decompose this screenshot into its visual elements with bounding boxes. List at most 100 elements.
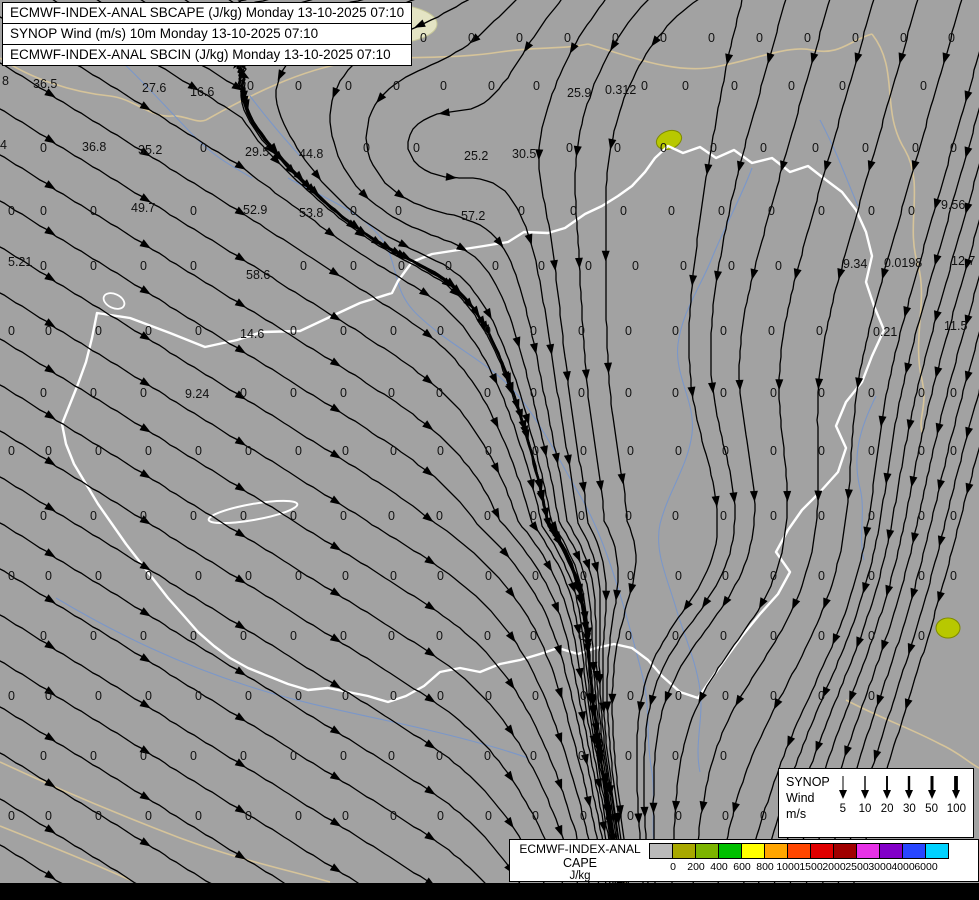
zero-value-label: 0 xyxy=(578,749,585,763)
zero-value-label: 0 xyxy=(625,324,632,338)
cape-value-label: 16.6 xyxy=(190,85,214,99)
zero-value-label: 0 xyxy=(668,204,675,218)
wind-legend-param: Wind xyxy=(786,790,830,806)
zero-value-label: 0 xyxy=(8,809,15,823)
wind-speed-label: 10 xyxy=(859,803,872,815)
zero-value-label: 0 xyxy=(532,569,539,583)
cape-value-label: 9.56 xyxy=(941,198,965,212)
cape-color-cell xyxy=(925,843,949,859)
zero-value-label: 0 xyxy=(484,509,491,523)
wind-legend-text: SYNOP Wind m/s xyxy=(779,769,834,837)
wind-speed-label: 5 xyxy=(840,803,846,815)
wind-arrow-icon xyxy=(925,774,939,800)
wind-speed-column: 10 xyxy=(858,774,872,837)
zero-value-label: 0 xyxy=(760,809,767,823)
zero-value-label: 0 xyxy=(625,629,632,643)
zero-value-label: 0 xyxy=(675,569,682,583)
zero-value-label: 0 xyxy=(40,204,47,218)
zero-value-label: 0 xyxy=(393,79,400,93)
zero-value-label: 0 xyxy=(90,509,97,523)
zero-value-label: 0 xyxy=(768,204,775,218)
zero-value-label: 0 xyxy=(340,324,347,338)
zero-value-label: 0 xyxy=(816,324,823,338)
cape-value-label: 0.21 xyxy=(873,325,897,339)
title-line-sbcape: ECMWF-INDEX-ANAL SBCAPE (J/kg) Monday 13… xyxy=(3,3,411,24)
zero-value-label: 0 xyxy=(8,689,15,703)
zero-value-label: 0 xyxy=(340,386,347,400)
zero-value-label: 0 xyxy=(437,569,444,583)
zero-value-label: 0 xyxy=(580,689,587,703)
zero-value-label: 0 xyxy=(530,509,537,523)
cape-value-label: 29.5 xyxy=(245,145,269,159)
zero-value-label: 0 xyxy=(722,689,729,703)
zero-value-label: 0 xyxy=(300,259,307,273)
wind-speed-label: 100 xyxy=(947,803,966,815)
zero-value-label: 0 xyxy=(195,809,202,823)
cape-color-cell xyxy=(741,843,765,859)
zero-value-label: 0 xyxy=(388,749,395,763)
zero-value-label: 0 xyxy=(240,386,247,400)
zero-value-label: 0 xyxy=(868,689,875,703)
zero-value-label: 0 xyxy=(340,629,347,643)
zero-value-label: 0 xyxy=(492,259,499,273)
zero-value-label: 0 xyxy=(340,509,347,523)
zero-value-label: 0 xyxy=(195,569,202,583)
zero-value-label: 0 xyxy=(484,749,491,763)
wind-speed-column: 30 xyxy=(902,774,916,837)
cape-color-cell xyxy=(787,843,811,859)
zero-value-label: 0 xyxy=(195,689,202,703)
zero-value-label: 0 xyxy=(145,444,152,458)
zero-value-label: 0 xyxy=(720,509,727,523)
zero-value-label: 0 xyxy=(918,629,925,643)
zero-value-label: 0 xyxy=(290,749,297,763)
cape-value-label: 36.5 xyxy=(33,77,57,91)
zero-value-label: 0 xyxy=(578,509,585,523)
cape-value-label: 57.2 xyxy=(461,209,485,223)
zero-value-label: 0 xyxy=(295,444,302,458)
map-canvas: 836.527.616.625.90.312436.835.229.544.82… xyxy=(0,0,979,900)
zero-value-label: 0 xyxy=(390,444,397,458)
cape-shade-patches xyxy=(333,4,960,638)
zero-value-label: 0 xyxy=(912,141,919,155)
zero-value-label: 0 xyxy=(420,31,427,45)
zero-value-label: 0 xyxy=(437,324,444,338)
cape-tick-label: 2000 xyxy=(822,861,845,873)
zero-value-label: 0 xyxy=(40,141,47,155)
cape-value-label: 52.9 xyxy=(243,203,267,217)
zero-value-label: 0 xyxy=(672,324,679,338)
cape-color-cell xyxy=(902,843,926,859)
weather-map-stage: 836.527.616.625.90.312436.835.229.544.82… xyxy=(0,0,979,900)
zero-value-label: 0 xyxy=(918,509,925,523)
hungary-border xyxy=(62,146,884,702)
cape-value-label: 11.5 xyxy=(944,319,967,333)
zero-value-label: 0 xyxy=(45,689,52,703)
cape-value-label: 53.8 xyxy=(299,206,323,220)
zero-value-label: 0 xyxy=(775,259,782,273)
zero-value-label: 0 xyxy=(625,749,632,763)
bottom-black-bar xyxy=(0,883,979,900)
zero-value-label: 0 xyxy=(770,386,777,400)
zero-value-label: 0 xyxy=(350,204,357,218)
zero-value-label: 0 xyxy=(770,569,777,583)
cape-color-cell xyxy=(672,843,696,859)
zero-value-label: 0 xyxy=(40,509,47,523)
zero-value-label: 0 xyxy=(728,259,735,273)
zero-value-label: 0 xyxy=(398,259,405,273)
zero-value-label: 0 xyxy=(627,809,634,823)
zero-value-label: 0 xyxy=(437,689,444,703)
wind-arrow-icon xyxy=(902,774,916,800)
zero-value-label: 0 xyxy=(839,79,846,93)
zero-value-label: 0 xyxy=(660,31,667,45)
zero-value-label: 0 xyxy=(578,386,585,400)
zero-value-label: 0 xyxy=(200,141,207,155)
zero-value-label: 0 xyxy=(247,79,254,93)
zero-value-label: 0 xyxy=(95,324,102,338)
zero-value-label: 0 xyxy=(95,689,102,703)
zero-value-label: 0 xyxy=(240,629,247,643)
cape-value-label: 27.6 xyxy=(142,81,166,95)
zero-value-label: 0 xyxy=(818,509,825,523)
zero-value-label: 0 xyxy=(195,444,202,458)
zero-value-label: 0 xyxy=(720,749,727,763)
cape-color-cell xyxy=(695,843,719,859)
zero-value-label: 0 xyxy=(388,629,395,643)
